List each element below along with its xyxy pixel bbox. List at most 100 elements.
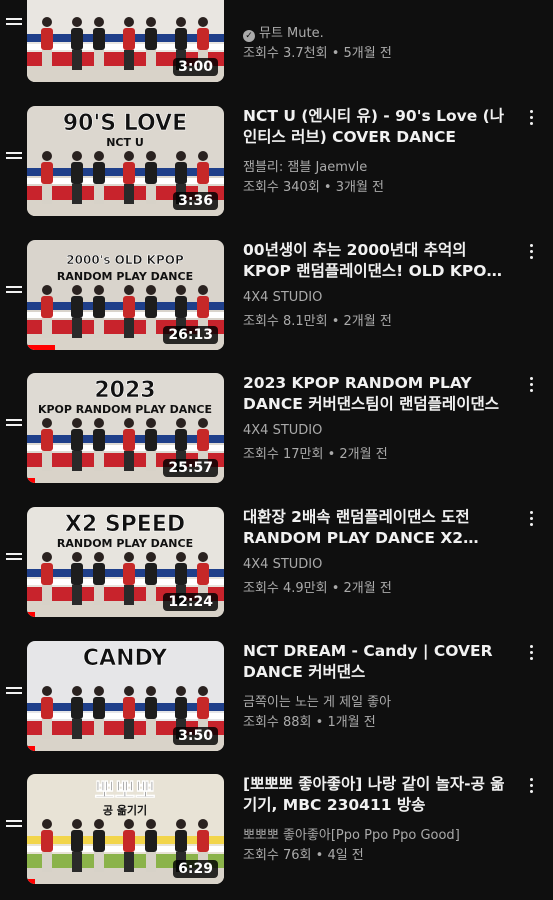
more-options-icon[interactable] [527, 377, 535, 393]
more-options-icon[interactable] [527, 244, 535, 260]
dancer-figure [42, 418, 52, 428]
dancer-figure [146, 50, 156, 70]
dancer-figure [124, 585, 134, 605]
video-thumbnail[interactable]: 2000's OLD KPOP RANDOM PLAY DANCE 26:13 [27, 240, 224, 350]
more-options-icon[interactable] [527, 511, 535, 527]
video-title[interactable]: NCT DREAM - Candy | COVER DANCE 커버댄스 [243, 641, 511, 683]
dancer-figure [124, 151, 134, 161]
channel-label: 4X4 STUDIO [243, 423, 323, 438]
dancer-figure [72, 50, 82, 70]
dancer-figure [72, 285, 82, 295]
video-item[interactable]: CANDY 3:50 NCT DREAM - Candy | COVER DANCE… [0, 641, 553, 751]
video-item[interactable]: 2023 KPOP RANDOM PLAY DANCE 25:57 2023 KPOP… [0, 373, 553, 483]
video-thumbnail[interactable]: 뽀뽀뽀 공 옮기기 6:29 [27, 774, 224, 884]
drag-handle-icon[interactable] [6, 152, 22, 162]
video-thumbnail[interactable]: 3:00 [27, 0, 224, 82]
dancer-figure [123, 429, 135, 451]
dancer-figure [72, 451, 82, 471]
video-thumbnail[interactable]: X2 SPEED RANDOM PLAY DANCE 12:24 [27, 507, 224, 617]
dancer-figure [175, 28, 187, 50]
dancer-figure [72, 184, 82, 204]
dancer-figure [123, 563, 135, 585]
dancer-figure [94, 719, 104, 739]
video-meta: 조회수 3.7천회 • 5개월 전 [243, 46, 392, 61]
video-thumbnail[interactable]: 90'S LOVE NCT U 3:36 [27, 106, 224, 216]
dancer-figure [41, 429, 53, 451]
dancer-figure [176, 552, 186, 562]
dancer-figure [42, 819, 52, 829]
dancer-figure [72, 552, 82, 562]
video-meta: 조회수 340회 • 3개월 전 [243, 180, 385, 195]
dancer-figure [42, 719, 52, 739]
dancer-figure [94, 819, 104, 829]
dancer-figure [146, 585, 156, 605]
video-thumbnail[interactable]: CANDY 3:50 [27, 641, 224, 751]
dancer-figure [41, 830, 53, 852]
more-options-icon[interactable] [527, 110, 535, 126]
dancer-figure [146, 318, 156, 338]
thumbnail-subheadline: 공 옮기기 [103, 803, 147, 817]
dancer-figure [176, 151, 186, 161]
drag-handle-icon[interactable] [6, 286, 22, 296]
video-thumbnail[interactable]: 2023 KPOP RANDOM PLAY DANCE 25:57 [27, 373, 224, 483]
channel-name[interactable]: 4X4 STUDIO [243, 423, 533, 438]
channel-label: 4X4 STUDIO [243, 290, 323, 305]
channel-label: 뮤트 Mute. [259, 26, 324, 41]
dancer-figure [123, 697, 135, 719]
dancer-figure [94, 318, 104, 338]
video-title[interactable]: 2023 KPOP RANDOM PLAY DANCE 커버댄스팀이 랜덤플레이… [243, 373, 511, 415]
drag-handle-icon[interactable] [6, 820, 22, 830]
channel-name[interactable]: 4X4 STUDIO [243, 290, 533, 305]
verified-check-icon: ✓ [243, 30, 255, 42]
video-item[interactable]: X2 SPEED RANDOM PLAY DANCE 12:24 대환장 2배속 랜덤… [0, 507, 553, 617]
channel-label: 뽀뽀뽀 좋아좋아[Ppo Ppo Ppo Good] [243, 828, 460, 843]
dancer-figure [94, 17, 104, 27]
dancer-figure [146, 418, 156, 428]
dancer-figure [175, 296, 187, 318]
video-title[interactable]: [뽀뽀뽀 좋아좋아] 나랑 같이 놀자-공 옮기기, MBC 230411 방송 [243, 774, 511, 816]
dancer-figure [146, 552, 156, 562]
dancer-figure [72, 819, 82, 829]
watch-progress-bar [27, 612, 35, 617]
drag-handle-icon[interactable] [6, 419, 22, 429]
drag-handle-icon[interactable] [6, 18, 22, 28]
video-item[interactable]: 3:00boy | ... | ... DANCE COVER✓뮤트 Mute.… [0, 0, 553, 82]
channel-name[interactable]: 뽀뽀뽀 좋아좋아[Ppo Ppo Ppo Good] [243, 824, 533, 843]
video-meta: 조회수 8.1만회 • 2개월 전 [243, 314, 392, 329]
dancer-figure [124, 852, 134, 872]
video-title[interactable]: 대환장 2배속 랜덤플레이댄스 도전 RANDOM PLAY DANCE X2 … [243, 507, 511, 549]
video-item[interactable]: 90'S LOVE NCT U 3:36 NCT U (엔시티 유) - 90's L… [0, 106, 553, 216]
video-item[interactable]: 뽀뽀뽀 공 옮기기 6:29 [뽀뽀뽀 좋아좋아] 나랑 같이 놀자-공 옮기기, M… [0, 774, 553, 884]
dancer-figure [198, 418, 208, 428]
channel-name[interactable]: 잼블리: 잼블 Jaemvle [243, 156, 533, 175]
dancer-figure [94, 451, 104, 471]
dancer-figure [175, 162, 187, 184]
dancer-figure [197, 563, 209, 585]
video-meta: 조회수 4.9만회 • 2개월 전 [243, 581, 392, 596]
dancer-figure [42, 318, 52, 338]
channel-name[interactable]: 4X4 STUDIO [243, 557, 533, 572]
dancer-figure [93, 28, 105, 50]
channel-name[interactable]: 금쪽이는 노는 게 제일 좋아 [243, 691, 533, 710]
dancer-figure [72, 418, 82, 428]
dancer-figure [72, 318, 82, 338]
dancer-figure [123, 296, 135, 318]
dancer-figure [42, 852, 52, 872]
dancer-figure [198, 819, 208, 829]
dancer-figure [175, 563, 187, 585]
more-options-icon[interactable] [527, 645, 535, 661]
channel-name[interactable]: ✓ 뮤트 Mute. [243, 22, 533, 42]
drag-handle-icon[interactable] [6, 553, 22, 563]
dancer-figure [123, 162, 135, 184]
video-title[interactable]: 00년생이 추는 2000년대 추억의 KPOP 랜덤플레이댄스! OLD KP… [243, 240, 511, 282]
more-options-icon[interactable] [527, 778, 535, 794]
thumbnail-headline: 뽀뽀뽀 [95, 779, 156, 804]
dancer-figure [42, 17, 52, 27]
drag-handle-icon[interactable] [6, 687, 22, 697]
dancer-figure [41, 28, 53, 50]
dancer-figure [146, 686, 156, 696]
video-item[interactable]: 2000's OLD KPOP RANDOM PLAY DANCE 26:13 00년… [0, 240, 553, 350]
channel-label: 금쪽이는 노는 게 제일 좋아 [243, 695, 392, 710]
video-title[interactable]: NCT U (엔시티 유) - 90's Love (나인티스 러브) COVE… [243, 106, 511, 148]
dancer-figure [197, 162, 209, 184]
